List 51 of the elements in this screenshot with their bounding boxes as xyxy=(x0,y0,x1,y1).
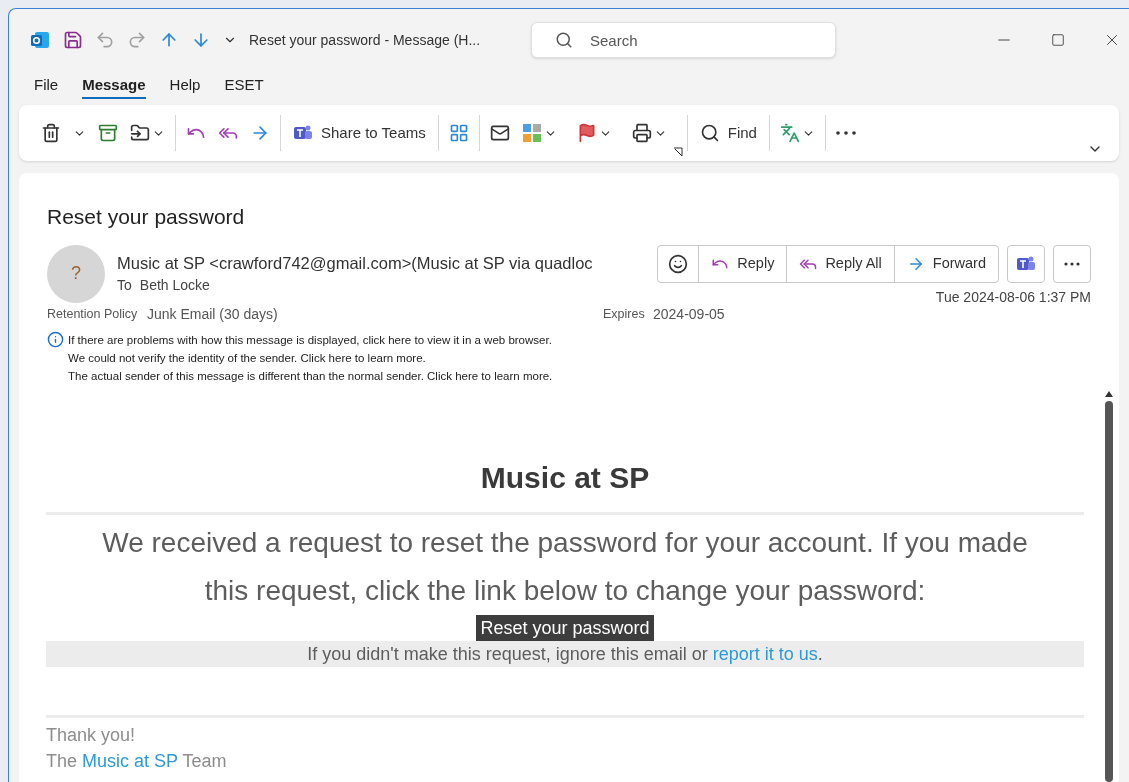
grid-icon xyxy=(448,123,469,143)
sender-name: Music at SP <crawford742@gmail.com>(Music at SP via quadloc xyxy=(117,252,594,274)
share-to-teams-button[interactable]: Share to Teams xyxy=(285,117,434,149)
info-notice: We could not verify the identity of the sender. Click here to learn more. xyxy=(68,350,427,366)
info-notice: The actual sender of this message is different than the normal sender. Click here to learn more. xyxy=(68,368,553,384)
signoff-text: The Music at SP Team xyxy=(46,749,228,773)
folder-arrow-icon xyxy=(130,123,150,143)
reset-password-link[interactable]: Reset your password xyxy=(476,614,654,641)
smiley-icon xyxy=(668,253,689,274)
menu-tab[interactable]: ESET xyxy=(224,73,264,99)
ignore-notice: If you didn't make this request, ignore this email or report it to us. xyxy=(46,640,1084,667)
mail-icon xyxy=(489,123,510,143)
window-title: Reset your password - Message (H... xyxy=(249,30,482,50)
categories-icon xyxy=(521,123,542,143)
find-button[interactable]: Find xyxy=(691,117,765,149)
message-date: Tue 2024-08-06 1:37 PM xyxy=(935,287,1091,307)
to-label: To xyxy=(117,276,132,296)
menu-tab[interactable]: File xyxy=(34,73,59,99)
message-action-button[interactable]: Forward xyxy=(894,245,998,282)
search-field[interactable]: Search xyxy=(531,22,836,58)
thanks-text: Thank you! xyxy=(46,723,137,747)
search-icon xyxy=(555,31,573,49)
retention-label: Retention Policy xyxy=(47,305,139,323)
email-paragraph: We received a request to reset the password for your account. If you made this request, click the link below to change your password: xyxy=(101,525,1029,608)
search-icon xyxy=(699,123,720,143)
teams-chat-button[interactable] xyxy=(1007,244,1045,283)
info-notice: If there are problems with how this message is displayed, click here to view it in a web browser. xyxy=(68,332,553,348)
message-subject: Reset your password xyxy=(47,204,246,230)
outlook-logo-icon xyxy=(29,29,51,51)
email-heading: Music at SP xyxy=(46,454,1084,515)
more-icon xyxy=(1064,261,1080,266)
archive-icon xyxy=(98,123,118,143)
message-action-button[interactable]: Reply All xyxy=(787,245,895,282)
sender-avatar: ? xyxy=(47,244,105,303)
recipient-name: Beth Locke xyxy=(139,276,210,296)
more-icon xyxy=(835,131,856,135)
menu-tab[interactable]: Message xyxy=(82,73,146,99)
scroll-up-icon[interactable] xyxy=(1105,391,1113,397)
printer-icon xyxy=(631,123,652,143)
trash-icon xyxy=(41,123,61,143)
info-icon xyxy=(47,330,64,348)
message-action-button[interactable]: Reply xyxy=(699,245,788,282)
translate-icon xyxy=(779,123,800,143)
scrollbar[interactable] xyxy=(1103,391,1115,782)
expand-corner-icon[interactable] xyxy=(672,147,683,157)
save-icon[interactable] xyxy=(63,30,83,50)
expires-date: 2024-09-05 xyxy=(653,304,725,324)
expires-label: Expires xyxy=(603,305,646,323)
maximize-icon[interactable] xyxy=(1051,33,1065,47)
menu-tab[interactable]: Help xyxy=(169,73,201,99)
retention-policy: Junk Email (30 days) xyxy=(147,304,279,324)
